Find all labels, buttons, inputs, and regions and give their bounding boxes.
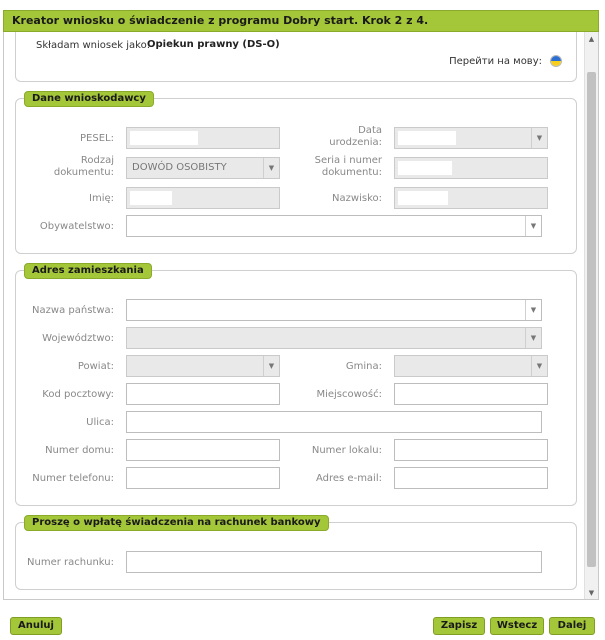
document-type-value: DOWÓD OSOBISTY — [132, 162, 227, 173]
county-select[interactable]: ▼ — [126, 355, 280, 377]
county-label: Powiat: — [77, 361, 114, 372]
last-name-field[interactable] — [394, 187, 548, 209]
last-name-label: Nazwisko: — [332, 193, 382, 204]
chevron-down-icon[interactable]: ▼ — [531, 128, 547, 148]
country-select[interactable]: ▼ — [126, 299, 542, 321]
house-number-label: Numer domu: — [45, 445, 114, 456]
next-button[interactable]: Dalej — [549, 617, 595, 635]
phone-label: Numer telefonu: — [32, 473, 114, 484]
first-name-field[interactable] — [126, 187, 280, 209]
flat-number-field[interactable] — [394, 439, 548, 461]
voivodeship-label: Województwo: — [42, 333, 114, 344]
chevron-down-icon[interactable]: ▼ — [263, 158, 279, 178]
form-scroll-area: Składam wniosek jako: Opiekun prawny (DS… — [3, 32, 599, 600]
citizenship-select[interactable]: ▼ — [126, 215, 542, 237]
email-field[interactable] — [394, 467, 548, 489]
voivodeship-select[interactable]: ▼ — [126, 327, 542, 349]
applicant-data-section: Dane wnioskodawcy PESEL: Data urodzenia:… — [15, 91, 577, 254]
phone-field[interactable] — [126, 467, 280, 489]
applicant-data-legend: Dane wnioskodawcy — [24, 91, 154, 107]
ukraine-flag-icon[interactable] — [550, 55, 562, 67]
scroll-down-icon[interactable]: ▼ — [585, 586, 598, 599]
save-button[interactable]: Zapisz — [433, 617, 485, 635]
back-button[interactable]: Wstecz — [490, 617, 544, 635]
first-name-label: Imię: — [89, 193, 114, 204]
submit-as-value: Opiekun prawny (DS-O) — [147, 39, 280, 50]
document-number-label: Seria i numer dokumentu: — [314, 155, 382, 178]
document-number-field[interactable] — [394, 157, 548, 179]
account-number-field[interactable] — [126, 551, 542, 573]
chevron-down-icon[interactable]: ▼ — [525, 328, 541, 348]
postal-code-field[interactable] — [126, 383, 280, 405]
applicant-role-panel: Składam wniosek jako: Opiekun prawny (DS… — [15, 32, 577, 82]
house-number-field[interactable] — [126, 439, 280, 461]
document-type-select[interactable]: DOWÓD OSOBISTY ▼ — [126, 157, 280, 179]
vertical-scrollbar[interactable]: ▲ ▼ — [584, 32, 598, 599]
chevron-down-icon[interactable]: ▼ — [263, 356, 279, 376]
account-number-label: Numer rachunku: — [27, 557, 114, 568]
wizard-title-bar: Kreator wniosku o świadczenie z programu… — [3, 10, 599, 32]
postal-code-label: Kod pocztowy: — [42, 389, 114, 400]
document-type-label: Rodzaj dokumentu: — [53, 155, 114, 178]
wizard-title: Kreator wniosku o świadczenie z programu… — [12, 14, 429, 27]
email-label: Adres e-mail: — [315, 473, 382, 484]
chevron-down-icon[interactable]: ▼ — [525, 216, 541, 236]
birth-date-select[interactable]: ▼ — [394, 127, 548, 149]
cancel-button[interactable]: Anuluj — [10, 617, 62, 635]
scrollbar-thumb[interactable] — [587, 72, 596, 567]
street-label: Ulica: — [86, 417, 114, 428]
commune-label: Gmina: — [345, 361, 382, 372]
pesel-field[interactable] — [126, 127, 280, 149]
street-field[interactable] — [126, 411, 542, 433]
scroll-up-icon[interactable]: ▲ — [585, 32, 598, 46]
city-label: Miejscowość: — [316, 389, 382, 400]
pesel-label: PESEL: — [80, 133, 114, 144]
submit-as-label: Składam wniosek jako: — [36, 40, 151, 51]
commune-select[interactable]: ▼ — [394, 355, 548, 377]
flat-number-label: Numer lokalu: — [311, 445, 382, 456]
residence-address-section: Adres zamieszkania Nazwa państwa: ▼ Woje… — [15, 263, 577, 506]
country-label: Nazwa państwa: — [32, 305, 114, 316]
language-switch-link[interactable]: Перейти на мову: — [449, 56, 542, 67]
chevron-down-icon[interactable]: ▼ — [525, 300, 541, 320]
chevron-down-icon[interactable]: ▼ — [531, 356, 547, 376]
residence-address-legend: Adres zamieszkania — [24, 263, 152, 279]
bank-account-section: Proszę o wpłatę świadczenia na rachunek … — [15, 515, 577, 590]
city-field[interactable] — [394, 383, 548, 405]
citizenship-label: Obywatelstwo: — [39, 221, 114, 232]
bank-account-legend: Proszę o wpłatę świadczenia na rachunek … — [24, 515, 329, 531]
birth-date-label: Data urodzenia: — [329, 125, 382, 148]
